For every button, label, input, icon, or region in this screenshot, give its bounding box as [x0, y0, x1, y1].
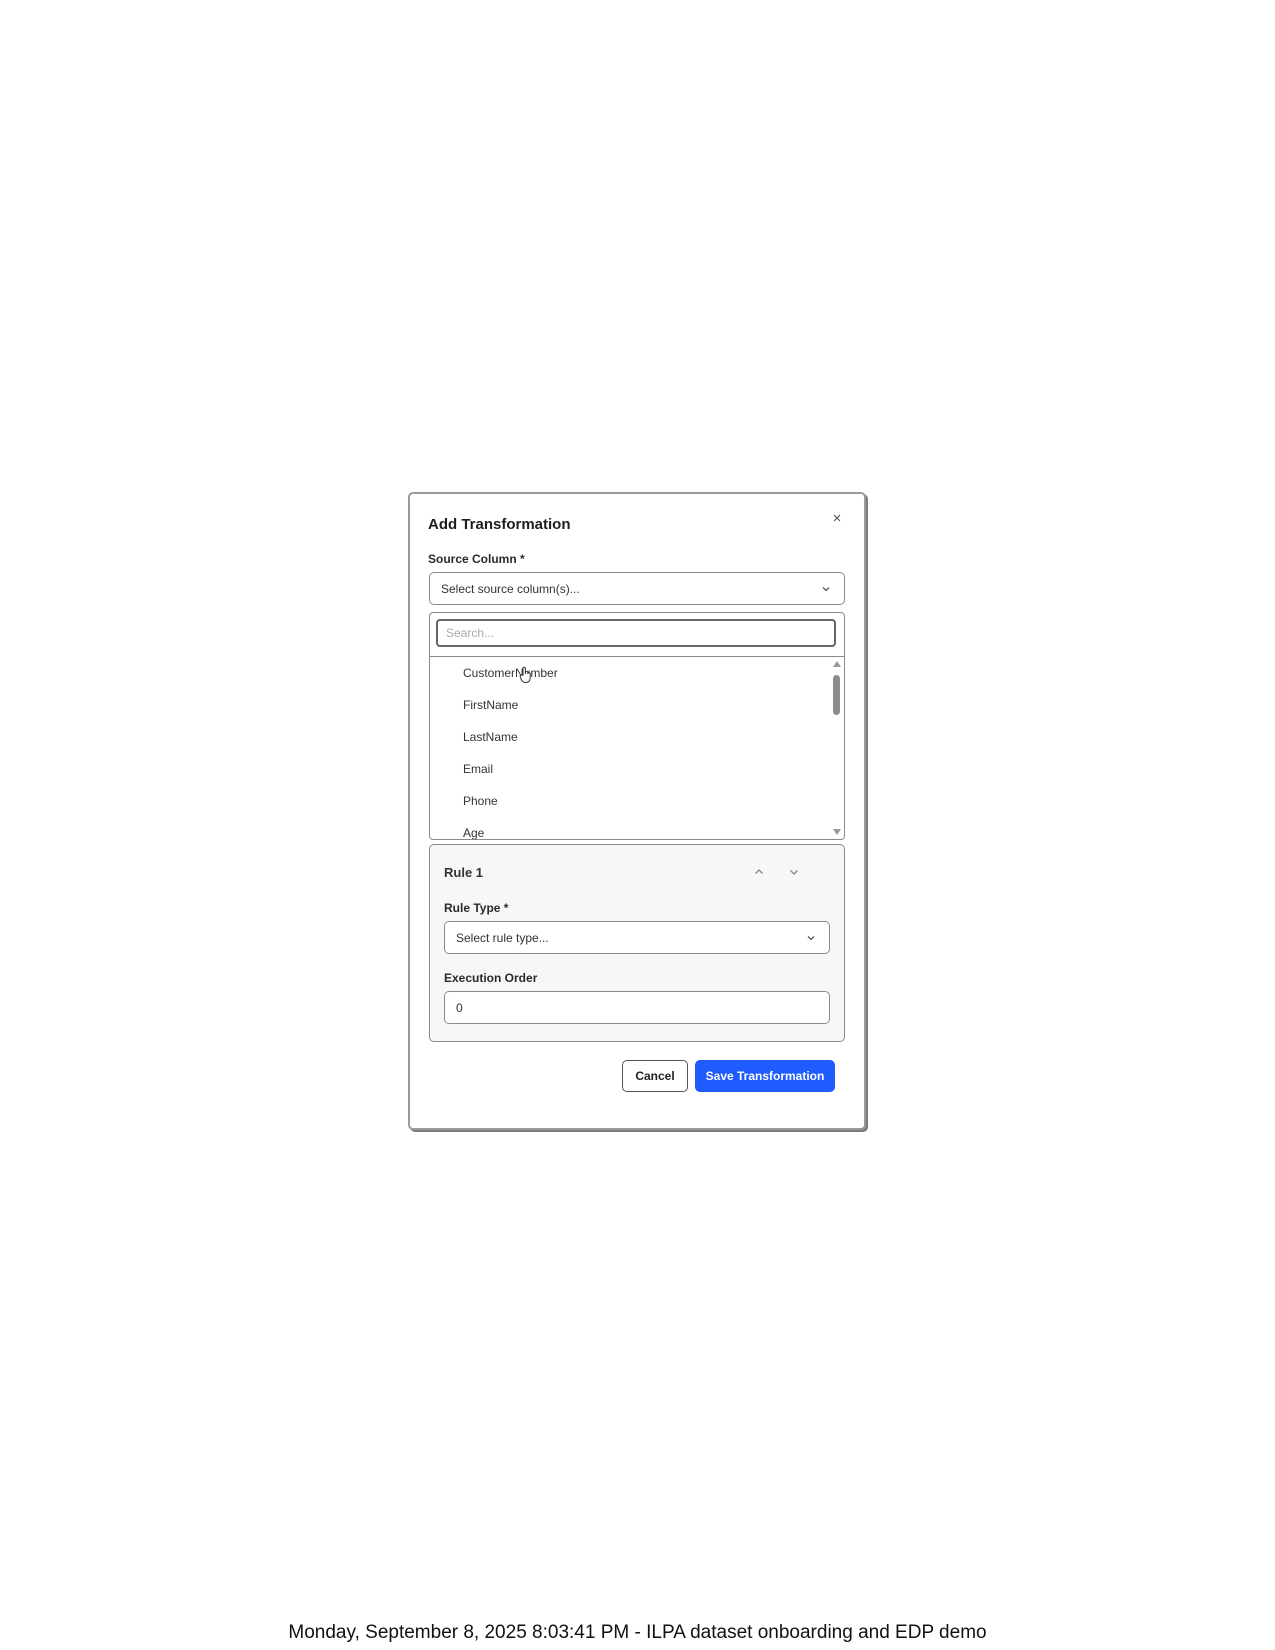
cancel-button[interactable]: Cancel [622, 1060, 688, 1092]
hand-pointer-icon [519, 666, 531, 683]
source-column-dropdown: CustomerNumber FirstName LastName Email … [429, 612, 845, 840]
option-item[interactable]: Phone [430, 785, 830, 817]
option-item[interactable]: LastName [430, 721, 830, 753]
chevron-down-icon [807, 935, 815, 940]
rule-type-select[interactable]: Select rule type... [444, 921, 830, 954]
chevron-down-icon [822, 586, 830, 591]
source-column-placeholder: Select source column(s)... [441, 581, 580, 596]
option-item[interactable]: FirstName [430, 689, 830, 721]
rule-type-placeholder: Select rule type... [456, 930, 549, 945]
source-column-select[interactable]: Select source column(s)... [429, 572, 845, 605]
scroll-down-arrow-icon[interactable] [833, 829, 841, 835]
execution-order-label: Execution Order [444, 971, 538, 985]
option-item[interactable]: CustomerNumber [430, 657, 830, 689]
options-list: CustomerNumber FirstName LastName Email … [430, 657, 830, 839]
scrollbar[interactable] [832, 659, 842, 837]
dialog-title: Add Transformation [428, 516, 571, 533]
scrollbar-thumb[interactable] [833, 675, 840, 715]
rule-title: Rule 1 [444, 865, 484, 880]
chevron-up-icon[interactable] [752, 865, 766, 879]
source-column-label: Source Column * [428, 552, 525, 566]
scroll-up-arrow-icon[interactable] [833, 661, 841, 667]
execution-order-input[interactable]: 0 [444, 991, 830, 1024]
dropdown-search-area [430, 613, 844, 657]
option-item[interactable]: Email [430, 753, 830, 785]
execution-order-value: 0 [456, 1000, 463, 1015]
rule-card: Rule 1 Rule Type * Select rule type... E… [429, 844, 845, 1042]
search-input[interactable] [436, 619, 836, 647]
close-icon[interactable]: × [828, 510, 846, 528]
rule-type-label: Rule Type * [444, 901, 509, 915]
footer-caption: Monday, September 8, 2025 8:03:41 PM - I… [288, 1622, 987, 1643]
option-item[interactable]: Age [430, 817, 830, 839]
chevron-down-icon[interactable] [787, 865, 801, 879]
save-transformation-button[interactable]: Save Transformation [695, 1060, 835, 1092]
add-transformation-dialog: Add Transformation × Source Column * Sel… [408, 492, 866, 1130]
